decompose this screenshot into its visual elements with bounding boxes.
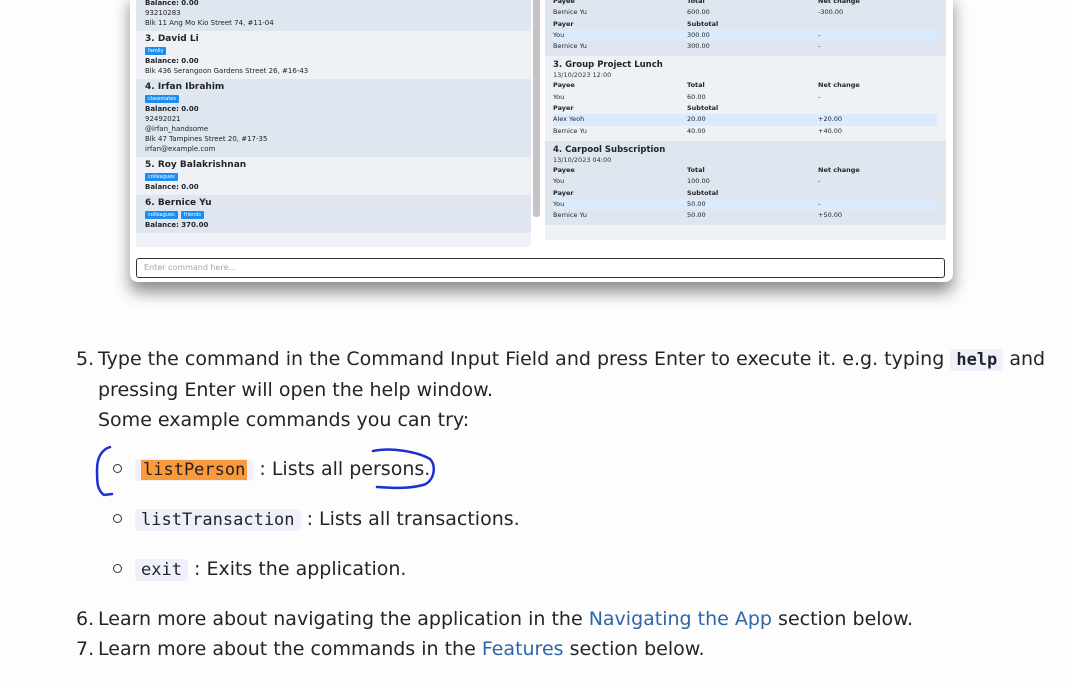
underline-mark	[371, 448, 436, 490]
bracket-mark	[95, 445, 114, 497]
pen-annotation	[95, 445, 436, 497]
